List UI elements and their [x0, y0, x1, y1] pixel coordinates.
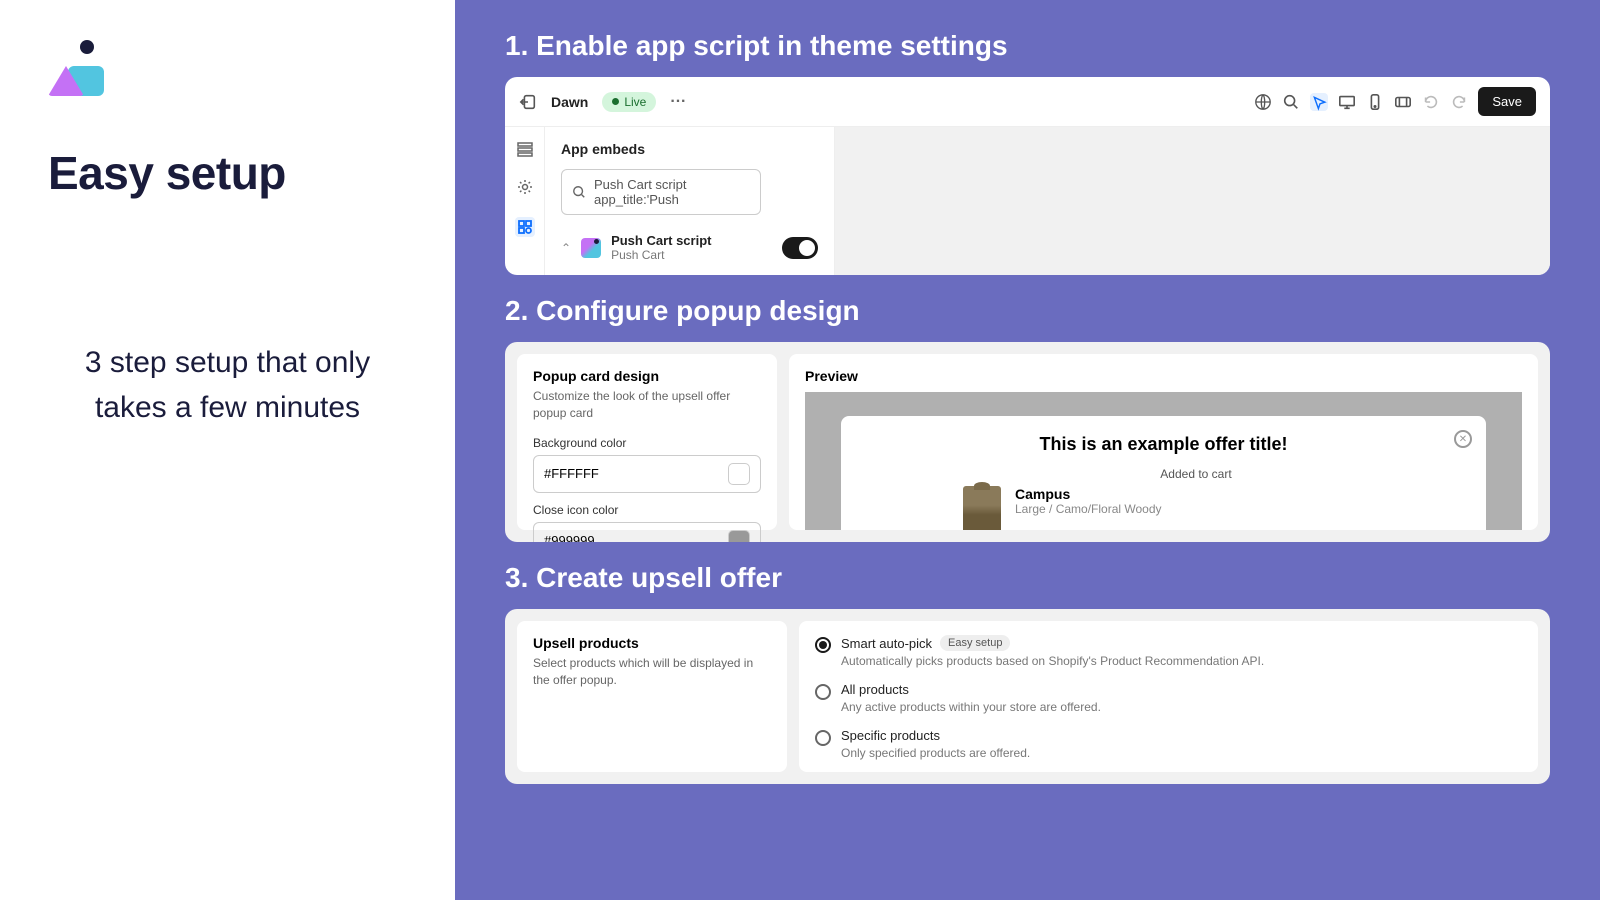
- step1-heading: 1. Enable app script in theme settings: [505, 30, 1550, 62]
- product-image: [963, 486, 1001, 530]
- design-form-panel: Popup card design Customize the look of …: [517, 354, 777, 530]
- upsell-title: Upsell products: [533, 635, 771, 651]
- editor-sidebar-rail: [505, 127, 545, 275]
- upsell-intro-panel: Upsell products Select products which wi…: [517, 621, 787, 772]
- embeds-icon[interactable]: [515, 217, 535, 237]
- option-all-products[interactable]: All products Any active products within …: [815, 682, 1522, 714]
- option-specific-products[interactable]: Specific products Only specified product…: [815, 728, 1522, 760]
- fullwidth-icon[interactable]: [1394, 93, 1412, 111]
- chevron-down-icon: ⌃: [561, 241, 571, 255]
- embed-search-input[interactable]: Push Cart script app_title:'Push: [561, 169, 761, 215]
- added-label: Added to cart: [928, 467, 1464, 481]
- design-title: Popup card design: [533, 368, 761, 384]
- page-title: Easy setup: [48, 146, 407, 200]
- close-swatch: [728, 530, 750, 542]
- close-color-label: Close icon color: [533, 503, 761, 517]
- undo-icon[interactable]: [1422, 93, 1440, 111]
- bg-swatch: [728, 463, 750, 485]
- mobile-icon[interactable]: [1366, 93, 1384, 111]
- sections-icon[interactable]: [517, 141, 533, 157]
- step3-heading: 3. Create upsell offer: [505, 562, 1550, 594]
- steps-panel: 1. Enable app script in theme settings D…: [455, 0, 1600, 900]
- step2-heading: 2. Configure popup design: [505, 295, 1550, 327]
- redo-icon[interactable]: [1450, 93, 1468, 111]
- popup-preview: ✕ This is an example offer title! Added …: [841, 416, 1486, 530]
- editor-canvas: [835, 127, 1550, 275]
- app-icon: [581, 238, 601, 258]
- intro-panel: Easy setup 3 step setup that only takes …: [0, 0, 455, 900]
- embed-toggle[interactable]: [782, 237, 818, 259]
- design-config-card: Popup card design Customize the look of …: [505, 342, 1550, 542]
- selector-icon[interactable]: [1310, 93, 1328, 111]
- option-smart-autopick[interactable]: Smart auto-pickEasy setup Automatically …: [815, 635, 1522, 668]
- close-icon[interactable]: ✕: [1454, 430, 1472, 448]
- app-embeds-panel: App embeds Push Cart script app_title:'P…: [545, 127, 835, 275]
- theme-name: Dawn: [551, 94, 588, 110]
- radio-icon: [815, 637, 831, 653]
- more-icon[interactable]: ···: [670, 93, 686, 111]
- globe-icon[interactable]: [1254, 93, 1272, 111]
- theme-editor-card: Dawn Live ··· Save Ap: [505, 77, 1550, 275]
- settings-icon[interactable]: [517, 179, 533, 195]
- bg-color-input[interactable]: #FFFFFF: [533, 455, 761, 493]
- upsell-config-card: Upsell products Select products which wi…: [505, 609, 1550, 784]
- close-color-input[interactable]: #999999: [533, 522, 761, 542]
- upsell-options-panel: Smart auto-pickEasy setup Automatically …: [799, 621, 1538, 772]
- embed-subtitle: Push Cart: [611, 248, 772, 262]
- design-desc: Customize the look of the upsell offer p…: [533, 388, 761, 422]
- radio-icon: [815, 684, 831, 700]
- save-button[interactable]: Save: [1478, 87, 1536, 116]
- popup-title: This is an example offer title!: [863, 434, 1464, 455]
- preview-label: Preview: [805, 368, 1522, 384]
- embed-title: Push Cart script: [611, 233, 772, 248]
- page-subtitle: 3 step setup that only takes a few minut…: [48, 340, 407, 430]
- embeds-title: App embeds: [561, 141, 818, 157]
- editor-topbar: Dawn Live ··· Save: [505, 77, 1550, 127]
- desktop-icon[interactable]: [1338, 93, 1356, 111]
- app-logo: [48, 40, 104, 96]
- exit-icon[interactable]: [519, 93, 537, 111]
- product-name: Campus: [1015, 486, 1162, 502]
- preview-panel: Preview ✕ This is an example offer title…: [789, 354, 1538, 530]
- easy-badge: Easy setup: [940, 635, 1010, 651]
- bg-color-label: Background color: [533, 436, 761, 450]
- embed-item[interactable]: ⌃ Push Cart script Push Cart: [561, 233, 818, 262]
- product-variant: Large / Camo/Floral Woody: [1015, 502, 1162, 516]
- radio-icon: [815, 730, 831, 746]
- search-icon[interactable]: [1282, 93, 1300, 111]
- live-badge: Live: [602, 92, 656, 112]
- upsell-desc: Select products which will be displayed …: [533, 655, 771, 689]
